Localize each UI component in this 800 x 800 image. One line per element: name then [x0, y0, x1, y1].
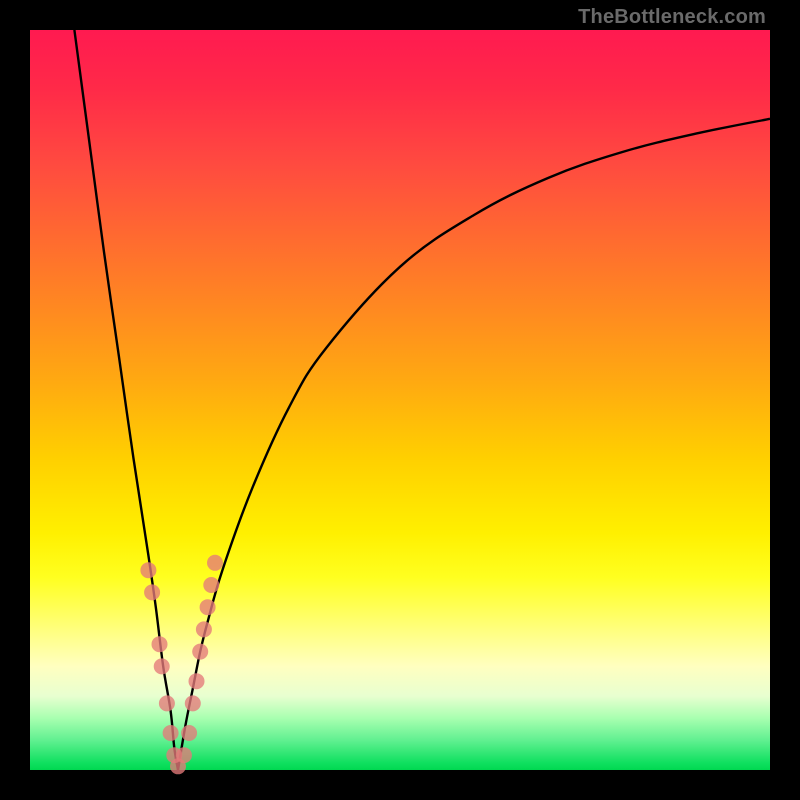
- data-marker: [189, 673, 205, 689]
- data-marker: [196, 621, 212, 637]
- data-marker: [176, 747, 192, 763]
- data-marker: [200, 599, 216, 615]
- watermark-text: TheBottleneck.com: [578, 6, 766, 29]
- data-marker: [185, 695, 201, 711]
- bottleneck-curve: [30, 30, 770, 770]
- data-marker: [154, 658, 170, 674]
- data-marker: [152, 636, 168, 652]
- data-marker: [203, 577, 219, 593]
- data-marker: [159, 695, 175, 711]
- data-marker: [192, 644, 208, 660]
- curve-right: [178, 119, 770, 770]
- data-marker: [144, 584, 160, 600]
- data-marker: [140, 562, 156, 578]
- data-marker: [181, 725, 197, 741]
- data-marker: [163, 725, 179, 741]
- data-marker: [207, 555, 223, 571]
- chart-frame: TheBottleneck.com: [0, 0, 800, 800]
